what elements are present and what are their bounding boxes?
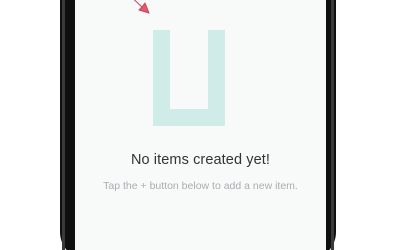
app-screen: No items created yet! Tap the + button b…	[75, 0, 326, 250]
phone-frame-edge-right	[331, 0, 334, 250]
phone-frame-edge-left	[62, 0, 65, 250]
empty-state-subtitle: Tap the + button below to add a new item…	[103, 180, 298, 192]
empty-box-icon	[153, 30, 225, 126]
red-arrow-pointer-icon	[133, 0, 150, 14]
empty-state-title: No items created yet!	[130, 152, 271, 168]
scene: No items created yet! Tap the + button b…	[0, 0, 400, 250]
